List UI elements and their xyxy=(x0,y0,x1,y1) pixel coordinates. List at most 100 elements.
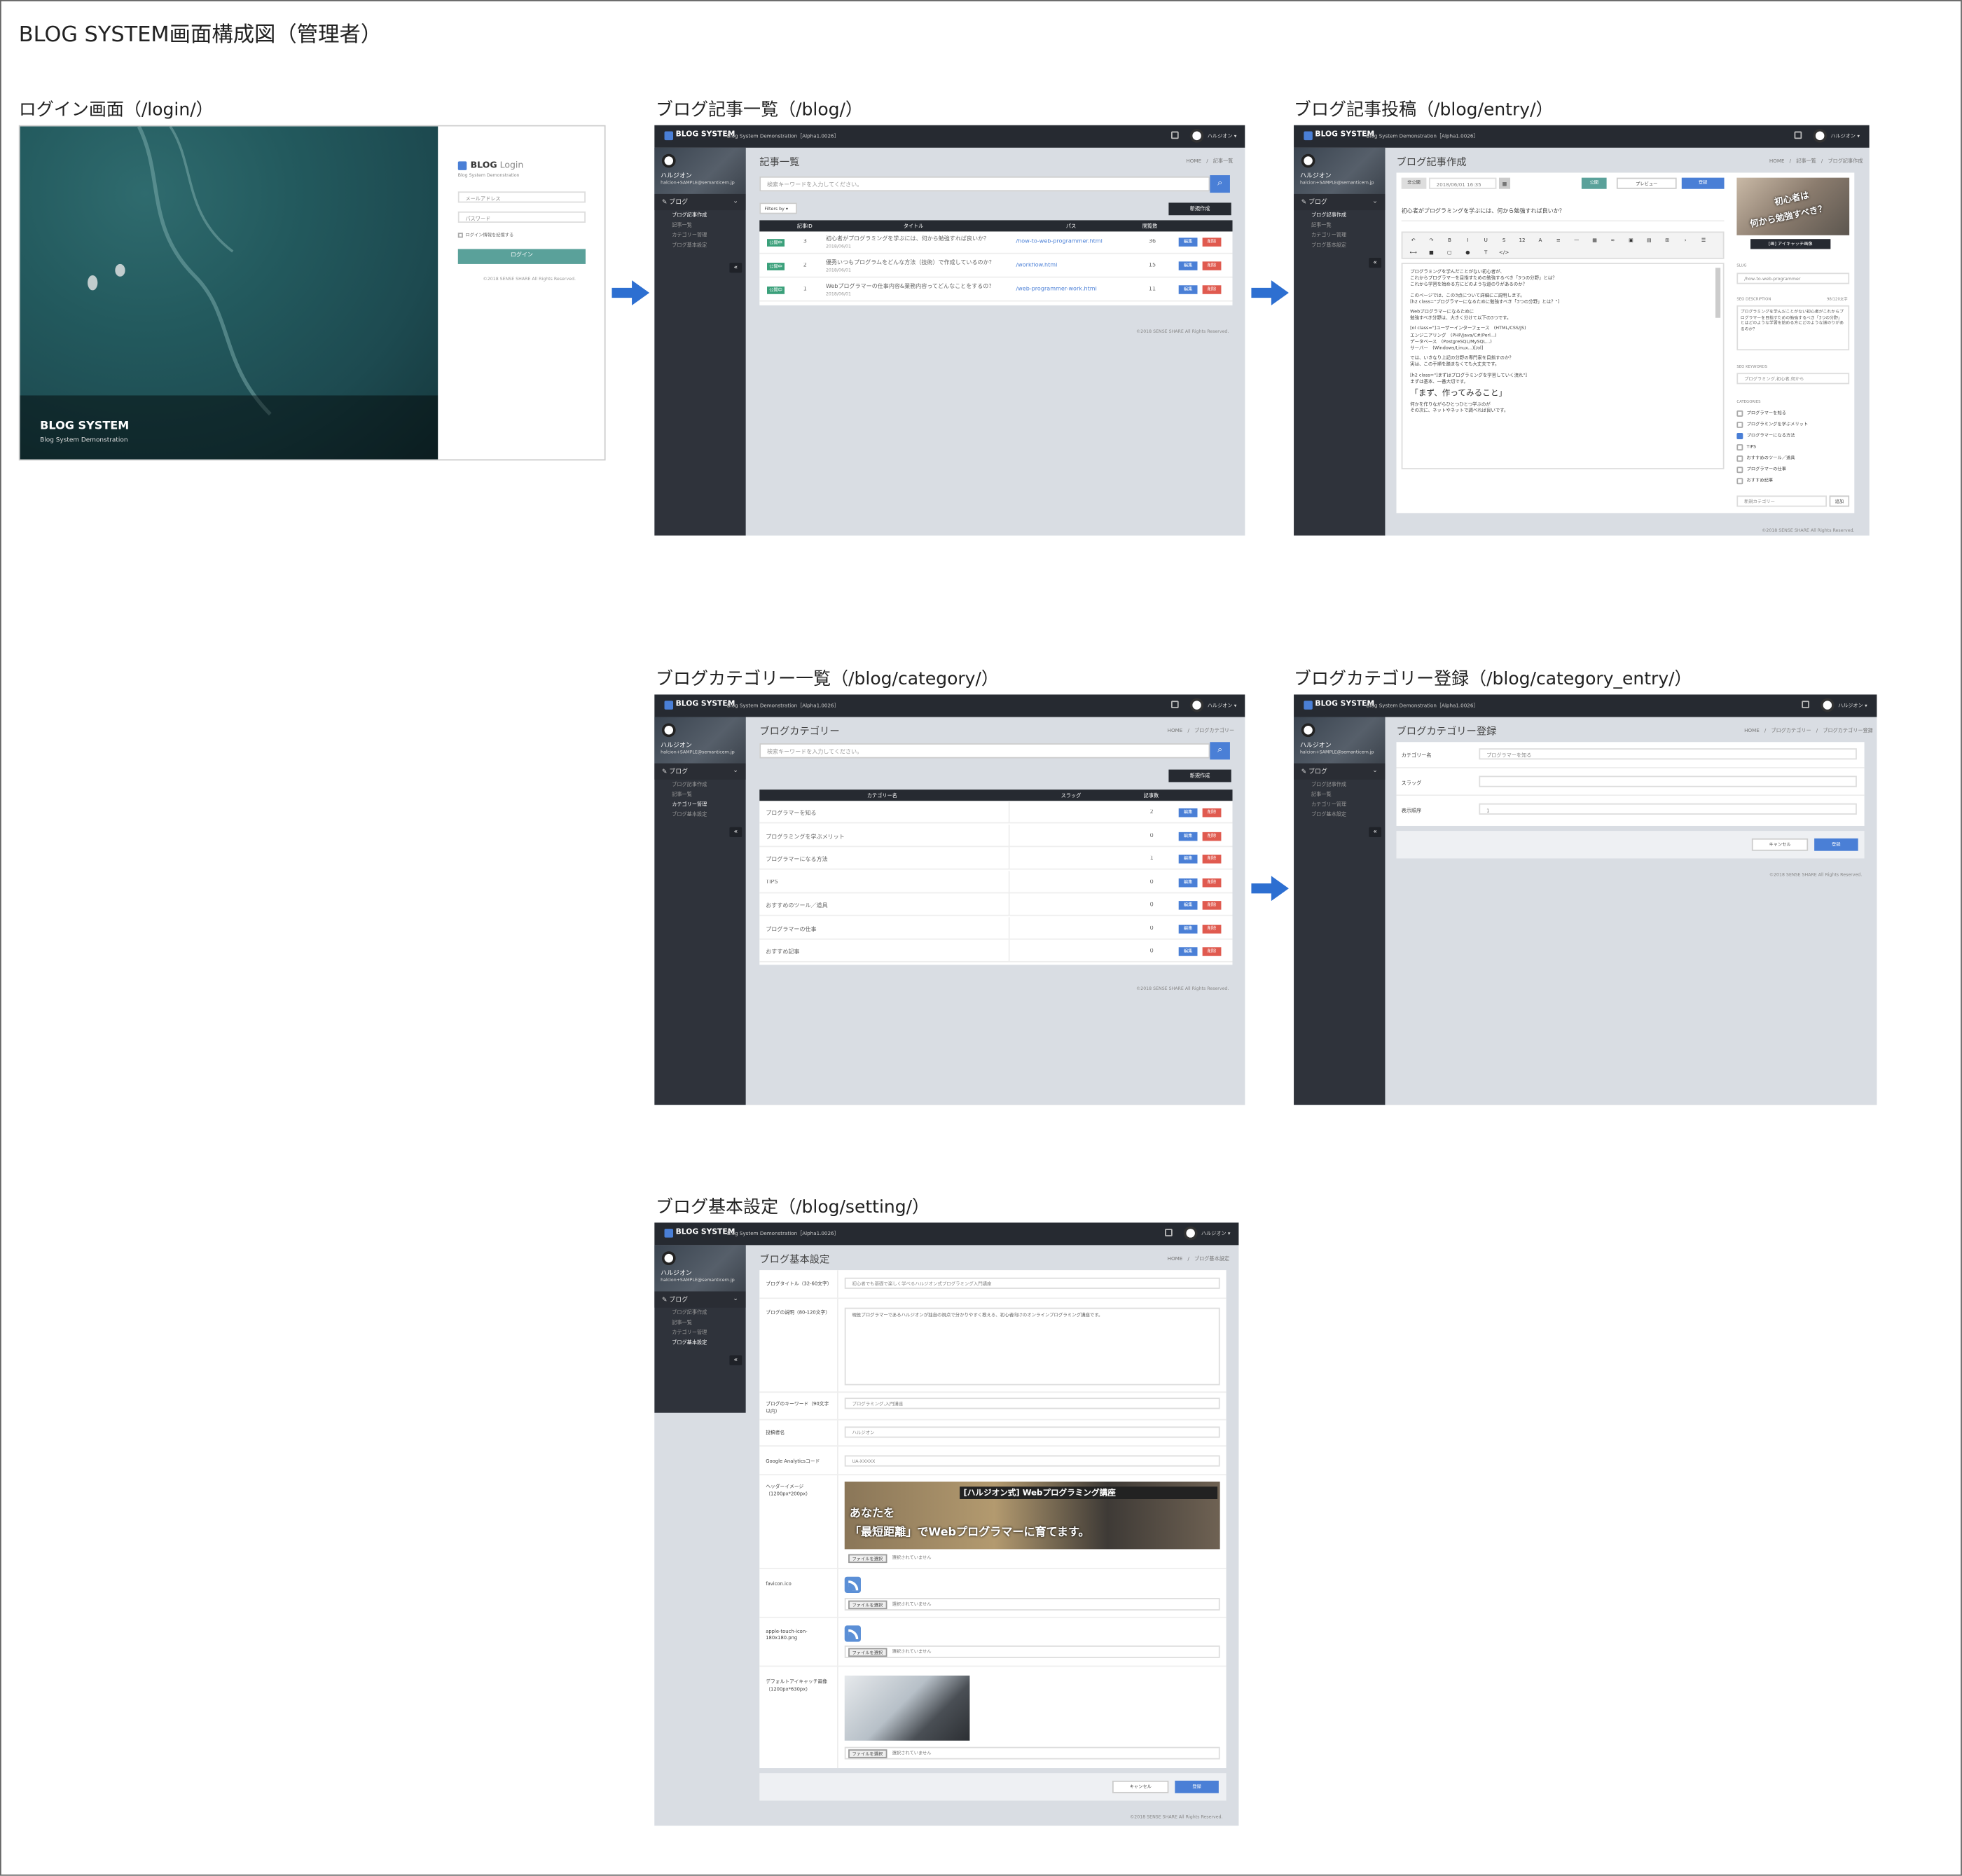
sidebar-item-create[interactable]: ブログ記事作成 xyxy=(654,780,745,789)
new-category-button[interactable]: 新規作成 xyxy=(1168,769,1231,782)
delete-button[interactable]: 削除 xyxy=(1202,924,1222,933)
category-checkbox[interactable] xyxy=(1736,455,1743,462)
add-category-button[interactable]: 追加 xyxy=(1829,495,1850,507)
category-checkbox[interactable] xyxy=(1736,433,1743,439)
post-title[interactable]: Webプログラマーの仕事内容&業務内容ってどんなことをするの？ xyxy=(826,283,1014,290)
sidebar-item-list[interactable]: 記事一覧 xyxy=(654,220,745,230)
toolbar-button[interactable]: ⟷ xyxy=(1407,248,1421,258)
filter-dropdown[interactable]: Filters by ▾ xyxy=(759,202,797,214)
toolbar-button[interactable]: ∞ xyxy=(1606,235,1620,245)
delete-button[interactable]: 削除 xyxy=(1202,855,1222,864)
avatar[interactable] xyxy=(1183,1226,1198,1241)
cancel-button[interactable]: キャンセル xyxy=(1751,838,1809,851)
toolbar-button[interactable]: 12 xyxy=(1515,235,1529,245)
edit-button[interactable]: 編集 xyxy=(1178,831,1198,841)
save-button[interactable]: 登録 xyxy=(1681,177,1725,189)
slug-input[interactable] xyxy=(1479,775,1857,787)
save-button[interactable]: 登録 xyxy=(1814,838,1858,851)
search-button[interactable]: ⌕ xyxy=(1210,742,1230,760)
toolbar-button[interactable]: ▤ xyxy=(1643,235,1657,245)
toolbar-button[interactable]: › xyxy=(1678,235,1692,245)
edit-button[interactable]: 編集 xyxy=(1178,808,1198,818)
toolbar-button[interactable]: ● xyxy=(1461,248,1475,258)
edit-button[interactable]: 編集 xyxy=(1178,285,1198,294)
publish-date-field[interactable]: 2018/06/01 16:35 xyxy=(1428,177,1497,189)
avatar[interactable] xyxy=(1813,128,1827,143)
new-post-button[interactable]: 新規作成 xyxy=(1168,202,1231,216)
password-field[interactable]: パスワード xyxy=(457,211,586,223)
file-select-button[interactable]: ファイルを選択 xyxy=(848,1600,887,1610)
eyecatch-file-input[interactable]: ファイルを選択 選択されていません xyxy=(844,1746,1220,1760)
sidebar-item-create[interactable]: ブログ記事作成 xyxy=(654,1308,745,1318)
toolbar-button[interactable]: ▦ xyxy=(1588,235,1602,245)
copy-icon[interactable] xyxy=(1170,131,1179,139)
post-path-link[interactable]: /how-to-web-programmer.html xyxy=(1016,239,1102,245)
blog-title-input[interactable]: 初心者でも基礎で楽しく学べるハルジオン式プログラミング入門講座 xyxy=(844,1277,1220,1289)
post-title[interactable]: 優秀いつもプログラムをどんな方法（技術）で作成しているのか？ xyxy=(826,259,1014,267)
save-button[interactable]: 登録 xyxy=(1175,1780,1219,1793)
search-input[interactable]: 検索キーワードを入力してください。 xyxy=(759,743,1210,759)
blog-description-input[interactable]: 現役プログラマーであるハルジオンが独自の視点で分かりやすく教える、初心者向けのオ… xyxy=(844,1307,1220,1386)
category-checkbox[interactable] xyxy=(1736,421,1743,428)
user-menu[interactable]: ハルジオン ▾ xyxy=(1838,702,1867,710)
article-title-input[interactable]: 初心者がプログラミングを学ぶには、何から勉強すれば良いか？ xyxy=(1402,208,1725,215)
category-checkbox[interactable] xyxy=(1736,467,1743,474)
toolbar-button[interactable]: S xyxy=(1497,235,1511,245)
calendar-icon[interactable]: ▦ xyxy=(1498,177,1511,189)
toolbar-button[interactable]: ▣ xyxy=(1624,235,1638,245)
edit-button[interactable]: 編集 xyxy=(1178,924,1198,933)
remember-checkbox[interactable] xyxy=(457,233,463,238)
copy-icon[interactable] xyxy=(1794,131,1802,139)
menu-blog-header[interactable]: ✎ ブログ ⌄ xyxy=(654,763,746,780)
toolbar-button[interactable]: ≡ xyxy=(1552,235,1566,245)
user-menu[interactable]: ハルジオン ▾ xyxy=(1208,132,1237,140)
toolbar-button[interactable]: ↷ xyxy=(1425,235,1439,245)
delete-button[interactable]: 削除 xyxy=(1202,831,1222,841)
apple-touch-file-input[interactable]: ファイルを選択 選択されていません xyxy=(844,1645,1220,1658)
edit-button[interactable]: 編集 xyxy=(1178,261,1198,270)
menu-blog-header[interactable]: ✎ ブログ ⌄ xyxy=(654,193,746,211)
sidebar-item-create[interactable]: ブログ記事作成 xyxy=(1294,780,1385,789)
menu-blog-header[interactable]: ✎ ブログ ⌄ xyxy=(654,1291,746,1308)
sidebar-item-setting[interactable]: ブログ基本設定 xyxy=(1294,240,1385,250)
sidebar-item-setting[interactable]: ブログ基本設定 xyxy=(654,1338,745,1348)
search-input[interactable]: 検索キーワードを入力してください。 xyxy=(759,176,1210,192)
sidebar-item-category[interactable]: カテゴリー管理 xyxy=(654,230,745,240)
sidebar-item-create[interactable]: ブログ記事作成 xyxy=(654,210,745,220)
delete-button[interactable]: 削除 xyxy=(1202,285,1222,294)
delete-button[interactable]: 削除 xyxy=(1202,808,1222,818)
editor-scrollbar[interactable] xyxy=(1715,268,1721,318)
sidebar-item-create[interactable]: ブログ記事作成 xyxy=(1294,210,1385,220)
toolbar-button[interactable]: T xyxy=(1479,248,1493,258)
sidebar-item-setting[interactable]: ブログ基本設定 xyxy=(654,240,745,250)
edit-button[interactable]: 編集 xyxy=(1178,901,1198,910)
toolbar-button[interactable]: A xyxy=(1533,235,1547,245)
user-menu[interactable]: ハルジオン ▾ xyxy=(1830,132,1860,140)
edit-button[interactable]: 編集 xyxy=(1178,855,1198,864)
avatar[interactable] xyxy=(1821,698,1835,712)
delete-button[interactable]: 削除 xyxy=(1202,878,1222,887)
toolbar-button[interactable]: — xyxy=(1570,235,1584,245)
sidebar-item-category[interactable]: カテゴリー管理 xyxy=(1294,230,1385,240)
collapse-sidebar-button[interactable]: « xyxy=(1369,827,1382,838)
menu-blog-header[interactable]: ✎ ブログ ⌄ xyxy=(1294,193,1386,211)
delete-button[interactable]: 削除 xyxy=(1202,947,1222,956)
slug-input[interactable]: /how-to-web-programmer xyxy=(1736,273,1850,284)
sidebar-item-category[interactable]: カテゴリー管理 xyxy=(654,1327,745,1337)
toolbar-button[interactable]: </> xyxy=(1497,248,1511,258)
collapse-sidebar-button[interactable]: « xyxy=(729,1355,742,1365)
blog-keywords-input[interactable]: プログラミング,入門講座 xyxy=(844,1398,1220,1409)
category-checkbox[interactable] xyxy=(1736,410,1743,417)
edit-button[interactable]: 編集 xyxy=(1178,947,1198,956)
menu-blog-header[interactable]: ✎ ブログ ⌄ xyxy=(1294,763,1386,780)
user-menu[interactable]: ハルジオン ▾ xyxy=(1208,702,1237,710)
publish-toggle[interactable]: 公開 xyxy=(1581,177,1607,189)
edit-button[interactable]: 編集 xyxy=(1178,237,1198,247)
sidebar-item-list[interactable]: 記事一覧 xyxy=(654,1318,745,1327)
eyecatch-button[interactable]: [画] アイキャッチ画像 xyxy=(1750,239,1831,249)
sidebar-item-list[interactable]: 記事一覧 xyxy=(1294,220,1385,230)
file-select-button[interactable]: ファイルを選択 xyxy=(848,1648,887,1657)
seo-keywords-input[interactable]: プログラミング,初心者,何から xyxy=(1736,373,1850,385)
email-field[interactable]: メールアドレス xyxy=(457,191,586,203)
order-input[interactable]: 1 xyxy=(1479,803,1857,815)
